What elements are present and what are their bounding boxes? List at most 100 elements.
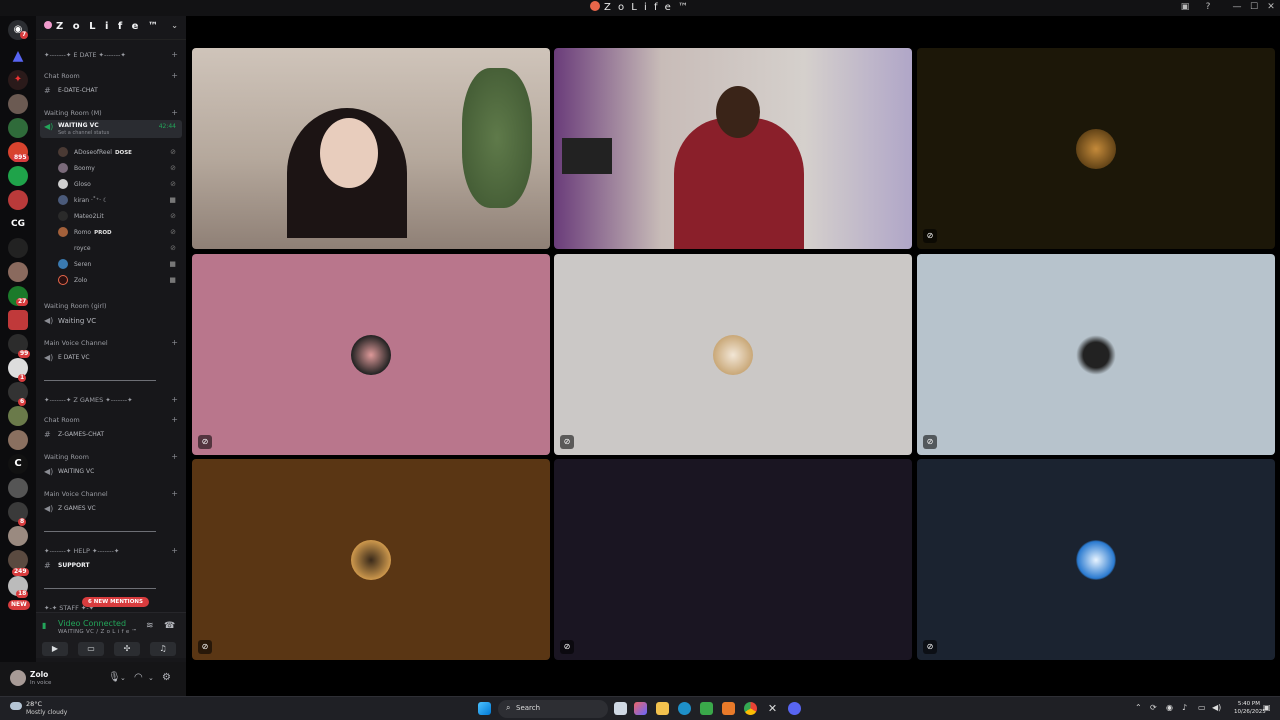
member-item[interactable]: Seren ■ — [56, 256, 182, 272]
disconnect-icon[interactable]: ☎ — [164, 621, 175, 631]
new-pill[interactable]: NEW — [8, 600, 30, 610]
server-cg[interactable]: CG — [8, 214, 28, 234]
microphone-tray-icon[interactable]: ♪ — [1182, 703, 1187, 712]
add-channel-icon[interactable]: + — [171, 395, 178, 404]
chrome-icon[interactable] — [744, 702, 757, 715]
member-item[interactable]: kiran ·˚⁺‧ ☾ ■ — [56, 192, 182, 208]
signal-icon[interactable]: ▮ — [42, 621, 46, 630]
server-icon-7[interactable] — [8, 190, 28, 210]
add-channel-icon[interactable]: + — [171, 108, 178, 117]
notifications-icon[interactable]: ▣ — [1263, 703, 1271, 712]
category-chat-room[interactable]: Chat Room + — [36, 69, 186, 83]
channel-waiting-vc-girl[interactable]: ◀) Waiting VC — [36, 314, 186, 328]
video-tile-empty[interactable]: ⊘ — [554, 459, 912, 660]
channel-edate-vc[interactable]: ◀) E DATE VC — [36, 351, 186, 365]
inbox-icon[interactable]: ▣ — [1178, 2, 1192, 12]
activities-button[interactable]: ✣ — [114, 642, 140, 656]
server-a-icon[interactable]: ▲ — [8, 46, 28, 66]
member-item[interactable]: Gloso ⊘ — [56, 176, 182, 192]
server-icon-18[interactable]: C — [8, 454, 28, 474]
video-tile-avatar[interactable]: ⊘ — [917, 48, 1275, 249]
category-waiting-room-m[interactable]: Waiting Room (M) + — [36, 106, 186, 120]
category-main-voice-2[interactable]: Main Voice Channel + — [36, 487, 186, 501]
channel-status[interactable]: Set a channel status — [58, 130, 109, 136]
sync-icon[interactable]: ⟳ — [1150, 703, 1157, 712]
headphones-icon[interactable]: ◠ — [134, 672, 143, 683]
server-icon-2[interactable]: ✦ — [8, 70, 28, 90]
server-icon-21[interactable] — [8, 526, 28, 546]
video-tile-avatar[interactable]: ⊘ — [917, 254, 1275, 455]
video-tile-avatar[interactable]: ⊘ — [192, 459, 550, 660]
avatar[interactable] — [10, 670, 26, 686]
channel-waiting-vc-3[interactable]: ◀) WAITING VC — [36, 465, 186, 479]
copilot-icon[interactable] — [634, 702, 647, 715]
camera-button[interactable]: ▶ — [42, 642, 68, 656]
server-icon-9[interactable] — [8, 238, 28, 258]
server-icon-19[interactable] — [8, 478, 28, 498]
maximize-button[interactable]: ☐ — [1247, 2, 1261, 12]
add-channel-icon[interactable]: + — [171, 338, 178, 347]
settings-gear-icon[interactable]: ⚙ — [162, 672, 171, 683]
taskbar-search[interactable]: ⌕ Search — [498, 700, 608, 718]
add-channel-icon[interactable]: + — [171, 452, 178, 461]
show-hidden-icons[interactable]: ⌃ — [1135, 703, 1142, 712]
close-button[interactable]: ✕ — [1264, 2, 1278, 12]
category-waiting-room-girl[interactable]: Waiting Room (girl) — [36, 299, 186, 313]
category-chat-room-2[interactable]: Chat Room + — [36, 413, 186, 427]
voice-status[interactable]: Video Connected — [58, 619, 126, 628]
guild-header[interactable]: Z o L i f e ™ ⌄ — [36, 16, 186, 40]
weather-temperature[interactable]: 28°C — [26, 700, 42, 708]
video-tile-camera[interactable] — [554, 48, 912, 249]
video-tile-avatar[interactable]: ⊘ — [192, 254, 550, 455]
server-icon-12[interactable] — [8, 310, 28, 330]
server-icon-3[interactable] — [8, 94, 28, 114]
category-main-voice[interactable]: Main Voice Channel + — [36, 336, 186, 350]
task-view-icon[interactable] — [614, 702, 627, 715]
help-icon[interactable]: ? — [1201, 2, 1215, 12]
add-channel-icon[interactable]: + — [171, 415, 178, 424]
server-icon-10[interactable] — [8, 262, 28, 282]
video-tile-avatar[interactable]: ⊘ — [917, 459, 1275, 660]
channel-edate-chat[interactable]: # E-DATE-CHAT — [36, 84, 186, 98]
capcut-icon[interactable]: ✕ — [766, 702, 779, 715]
video-tile-camera[interactable] — [192, 48, 550, 249]
member-item[interactable]: ADoseofReel DOSE ⊘ — [56, 144, 182, 160]
add-channel-icon[interactable]: + — [171, 71, 178, 80]
discord-taskbar-icon[interactable] — [788, 702, 801, 715]
add-channel-icon[interactable]: + — [171, 489, 178, 498]
category-help[interactable]: ✦-------✦ HELP ✦-------✦ + — [36, 544, 186, 558]
channel-zgames-chat[interactable]: # Z-GAMES-CHAT — [36, 428, 186, 442]
soundboard-button[interactable]: ♫ — [150, 642, 176, 656]
member-item[interactable]: Romo PROD ⊘ — [56, 224, 182, 240]
windows-start-icon[interactable] — [478, 702, 491, 715]
video-tile-avatar[interactable]: ⊘ — [554, 254, 912, 455]
server-icon-6[interactable] — [8, 166, 28, 186]
member-item[interactable]: Zolo ■ — [56, 272, 182, 288]
minimize-button[interactable]: — — [1230, 2, 1244, 12]
noise-suppression-icon[interactable]: ≋ — [146, 621, 154, 631]
screen-share-button[interactable]: ▭ — [78, 642, 104, 656]
category-edate[interactable]: ✦-------✦ E DATE ✦-------✦ + — [36, 48, 186, 62]
channel-support[interactable]: # SUPPORT — [36, 559, 186, 573]
channel-zgames-vc[interactable]: ◀) Z GAMES VC — [36, 502, 186, 516]
server-icon-22[interactable] — [8, 550, 28, 570]
server-icon-16[interactable] — [8, 406, 28, 426]
chevron-down-icon[interactable]: ⌄ — [171, 21, 178, 30]
microphone-icon[interactable]: 🎙 — [108, 672, 121, 683]
app-icon-a[interactable] — [722, 702, 735, 715]
add-channel-icon[interactable]: + — [171, 50, 178, 59]
cloud-icon[interactable] — [10, 702, 22, 710]
network-icon[interactable]: ▭ — [1198, 703, 1206, 712]
new-mentions-pill[interactable]: 6 NEW MENTIONS — [82, 597, 149, 607]
file-explorer-icon[interactable] — [656, 702, 669, 715]
channel-waiting-vc-active[interactable]: ◀) WAITING VC Set a channel status 42:44 — [40, 120, 182, 138]
volume-icon[interactable]: ◀) — [1212, 703, 1221, 712]
tray-app-icon[interactable]: ◉ — [1166, 703, 1173, 712]
chevron-down-icon[interactable]: ⌄ — [120, 674, 126, 682]
username[interactable]: Zolo — [30, 670, 48, 679]
store-icon[interactable] — [700, 702, 713, 715]
member-item[interactable]: royce ⊘ — [56, 240, 182, 256]
server-icon-4[interactable] — [8, 118, 28, 138]
category-waiting-room[interactable]: Waiting Room + — [36, 450, 186, 464]
chevron-down-icon[interactable]: ⌄ — [148, 674, 154, 682]
